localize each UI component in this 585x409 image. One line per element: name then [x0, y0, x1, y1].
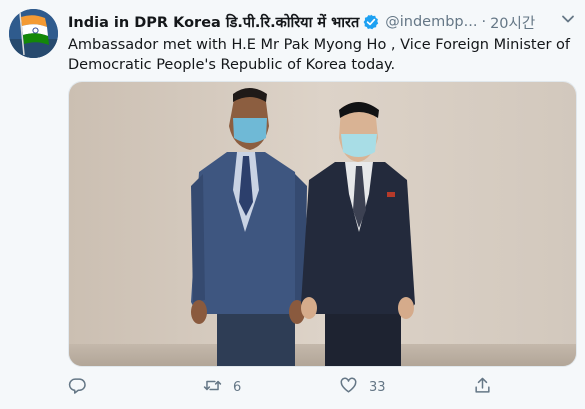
- tweet-text: Ambassador met with H.E Mr Pak Myong Ho …: [68, 37, 571, 73]
- retweet-button[interactable]: 6: [203, 375, 241, 399]
- share-icon: [473, 376, 492, 399]
- heart-icon: [339, 376, 358, 399]
- reply-icon: [68, 376, 87, 399]
- user-handle[interactable]: @indembp...: [385, 14, 477, 30]
- retweet-icon: [203, 376, 222, 399]
- tweet-actions: 6 33: [68, 375, 508, 399]
- separator-dot: ·: [481, 14, 487, 30]
- display-name[interactable]: India in DPR Korea डि.पी.रि.कोरिया में भ…: [68, 12, 359, 32]
- india-flag-avatar[interactable]: [9, 9, 58, 58]
- retweet-count: 6: [233, 379, 242, 395]
- share-button[interactable]: [473, 375, 492, 399]
- chevron-down-icon[interactable]: [557, 10, 579, 28]
- tweet-card[interactable]: India in DPR Korea डि.पी.रि.कोरिया में भ…: [0, 0, 585, 409]
- tweet-photo[interactable]: [68, 81, 577, 367]
- like-count: 33: [369, 379, 386, 395]
- verified-badge-icon: [363, 14, 379, 30]
- timestamp[interactable]: 20시간: [490, 12, 535, 33]
- reply-button[interactable]: [68, 375, 98, 399]
- like-button[interactable]: 33: [339, 375, 386, 399]
- tweet-header: India in DPR Korea डि.पी.रि.कोरिया में भ…: [68, 12, 577, 32]
